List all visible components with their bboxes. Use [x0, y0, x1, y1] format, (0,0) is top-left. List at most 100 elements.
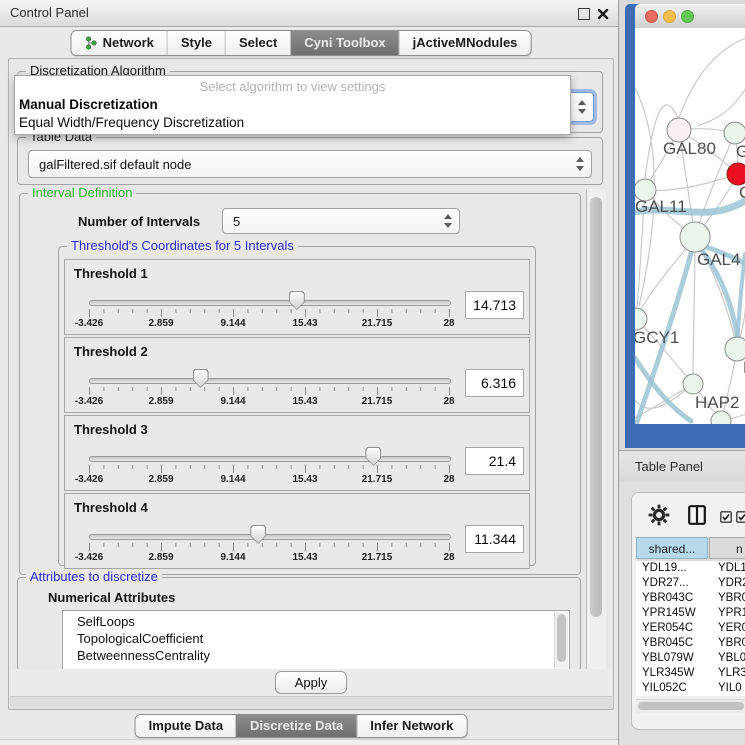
table-horizontal-scrollbar[interactable]	[636, 699, 745, 713]
popup-item[interactable]: Manual Discretization	[15, 96, 570, 114]
cell-name: YPR1	[718, 606, 745, 621]
tick-label: -3.426	[75, 318, 103, 329]
network-node-label: GCY1	[635, 328, 679, 347]
tab-impute-data[interactable]: Impute Data	[136, 715, 236, 737]
threshold-block: Threshold 1-3.4262.8599.14415.4321.71528…	[64, 259, 530, 335]
network-icon	[85, 36, 98, 50]
checkbox-icon[interactable]	[736, 510, 745, 528]
table-row[interactable]: YDR27...YDR2	[636, 576, 745, 591]
column-header[interactable]: shared...	[636, 537, 708, 559]
network-node-label: C	[739, 183, 745, 202]
slider-track[interactable]	[89, 534, 451, 540]
scrollbar-thumb[interactable]	[557, 614, 566, 662]
popup-item[interactable]: Equal Width/Frequency Discretization	[15, 114, 570, 132]
tick-label: 21.715	[362, 396, 393, 407]
slider-track[interactable]	[89, 456, 451, 462]
list-item[interactable]: SelfLoops	[63, 613, 569, 630]
list-scrollbar[interactable]	[554, 612, 568, 668]
tick-label: 15.43	[292, 552, 317, 563]
network-node-label: GAL80	[663, 139, 716, 158]
threshold-value-field[interactable]: 6.316	[465, 369, 524, 397]
network-node[interactable]	[680, 222, 710, 252]
cell-shared-name: YBL079W	[642, 651, 694, 666]
close-icon[interactable]	[597, 7, 609, 25]
cell-shared-name: YLR345W	[642, 666, 694, 681]
top-tab-bar: NetworkStyleSelectCyni ToolboxjActiveMNo…	[71, 30, 532, 56]
table-row[interactable]: YDL19...YDL1	[636, 561, 745, 576]
network-edge	[693, 237, 695, 384]
split-columns-icon[interactable]	[688, 505, 706, 530]
close-traffic-light[interactable]	[645, 10, 658, 23]
column-header[interactable]: n	[709, 537, 745, 559]
table-panel-body: shared... n YDL19...YDL1YDR27...YDR2YBR0…	[619, 482, 745, 745]
network-node[interactable]	[683, 374, 703, 394]
cell-shared-name: YDL19...	[642, 561, 687, 576]
threshold-label: Threshold 4	[74, 500, 148, 515]
zoom-traffic-light[interactable]	[681, 10, 694, 23]
slider-thumb[interactable]	[193, 369, 209, 388]
scrollbar-thumb[interactable]	[590, 197, 602, 617]
table-row[interactable]: YPR145WYPR1	[636, 606, 745, 621]
slider-track[interactable]	[89, 300, 451, 306]
float-window-icon[interactable]	[578, 8, 590, 20]
panel-scrollbar[interactable]	[586, 189, 606, 669]
tick-label: 2.859	[148, 552, 173, 563]
table-row[interactable]: YBL079WYBL0	[636, 651, 745, 666]
threshold-label: Threshold 3	[74, 422, 148, 437]
network-node[interactable]	[725, 337, 745, 361]
tab-select[interactable]: Select	[225, 31, 290, 55]
table-row[interactable]: YBR045CYBR0	[636, 636, 745, 651]
slider-thumb[interactable]	[365, 447, 381, 466]
checkbox-icon[interactable]	[720, 510, 732, 528]
slider-thumb[interactable]	[289, 291, 305, 310]
slider-ticks	[89, 543, 451, 552]
threshold-value-field[interactable]: 11.344	[465, 525, 524, 553]
list-item[interactable]: TopologicalCoefficient	[63, 630, 569, 647]
bottom-tab-bar: Impute DataDiscretize DataInfer Network	[135, 714, 468, 738]
cell-shared-name: YBR043C	[642, 591, 693, 606]
table-row[interactable]: YIL052CYIL0	[636, 681, 745, 696]
network-node[interactable]	[724, 122, 745, 144]
tab-network[interactable]: Network	[72, 31, 167, 55]
scrollbar-thumb[interactable]	[638, 702, 744, 710]
table-row[interactable]: YER054CYER0	[636, 621, 745, 636]
tick-label: 28	[443, 474, 454, 485]
slider-thumb[interactable]	[250, 525, 266, 544]
table-row[interactable]: YBR043CYBR0	[636, 591, 745, 606]
tab-style[interactable]: Style	[167, 31, 225, 55]
number-of-intervals-combobox[interactable]: 5	[222, 208, 460, 234]
network-node[interactable]	[727, 163, 745, 185]
tick-label: 21.715	[362, 474, 393, 485]
tick-label: 21.715	[362, 318, 393, 329]
app-root: Control Panel NetworkStyleSelectCyni Too…	[0, 0, 745, 745]
list-item[interactable]: BetweennessCentrality	[63, 647, 569, 664]
threshold-value-field[interactable]: 14.713	[465, 291, 524, 319]
group-label: Threshold's Coordinates for 5 Intervals	[67, 239, 298, 253]
table-panel-container: shared... n YDL19...YDL1YDR27...YDR2YBR0…	[631, 492, 745, 730]
tick-label: 21.715	[362, 552, 393, 563]
bottom-divider	[0, 739, 618, 745]
apply-button[interactable]: Apply	[275, 671, 347, 694]
cell-name: YER0	[718, 621, 745, 636]
tab-cyni-toolbox[interactable]: Cyni Toolbox	[290, 31, 398, 55]
network-node[interactable]	[711, 411, 731, 424]
tab-jactivemnodules[interactable]: jActiveMNodules	[399, 31, 531, 55]
tab-infer-network[interactable]: Infer Network	[356, 715, 466, 737]
cell-name: YIL0	[718, 681, 742, 696]
threshold-value-field[interactable]: 21.4	[465, 447, 524, 475]
network-canvas[interactable]: GAL80GACGAL11GAL4GCY1HHAP2	[635, 28, 745, 424]
network-view-window: GAL80GACGAL11GAL4GCY1HHAP2	[625, 4, 745, 448]
threshold-block: Threshold 4-3.4262.8599.14415.4321.71528…	[64, 493, 530, 569]
table-row[interactable]: YLR345WYLR3	[636, 666, 745, 681]
panel-title: Control Panel	[10, 0, 89, 26]
gear-icon[interactable]	[648, 504, 670, 531]
tick-label: 28	[443, 318, 454, 329]
network-node[interactable]	[635, 308, 647, 330]
table-data-combobox[interactable]: galFiltered.sif default node	[28, 150, 592, 178]
tab-discretize-data[interactable]: Discretize Data	[236, 715, 356, 737]
slider-track[interactable]	[89, 378, 451, 384]
cell-shared-name: YBR045C	[642, 636, 693, 651]
network-window-titlebar	[635, 4, 745, 29]
minimize-traffic-light[interactable]	[663, 10, 676, 23]
combobox-stepper-icon	[576, 157, 584, 171]
